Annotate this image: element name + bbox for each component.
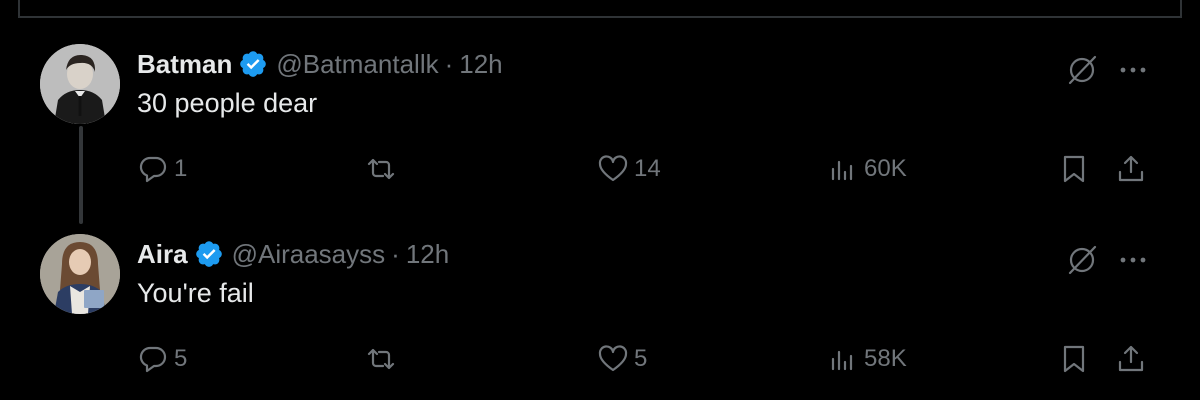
- reply-count: 5: [174, 345, 188, 372]
- avatar[interactable]: [40, 234, 120, 314]
- reply-button[interactable]: 5: [136, 338, 187, 380]
- like-count: 5: [634, 345, 648, 372]
- like-icon: [598, 345, 628, 372]
- verified-badge-icon: [240, 51, 267, 77]
- share-icon: [1118, 155, 1144, 182]
- previous-post-border: [18, 0, 1182, 18]
- tweet-text: 30 people dear: [137, 88, 318, 118]
- more-icon[interactable]: [1117, 248, 1149, 272]
- like-count: 14: [634, 155, 661, 182]
- bookmark-icon: [1063, 345, 1085, 373]
- like-icon: [598, 155, 628, 182]
- views-count: 60K: [864, 155, 907, 182]
- reply-count: 1: [174, 155, 188, 182]
- grok-icon[interactable]: [1062, 240, 1102, 280]
- reply-button[interactable]: 1: [136, 148, 187, 190]
- retweet-button[interactable]: [364, 338, 402, 380]
- tweet[interactable]: Aira @Airaasayss · 12h You're fail 5 5 5…: [0, 230, 1200, 400]
- share-button[interactable]: [1114, 148, 1148, 190]
- author-name[interactable]: Batman: [137, 49, 232, 80]
- tweet-actions: 1 14 60K: [0, 148, 1200, 190]
- separator-dot: ·: [444, 48, 454, 79]
- bookmark-button[interactable]: [1057, 148, 1091, 190]
- like-button[interactable]: 14: [596, 148, 661, 190]
- views-button[interactable]: 60K: [826, 148, 907, 190]
- author-handle[interactable]: @Airaasayss: [232, 239, 386, 270]
- timestamp[interactable]: 12h: [459, 49, 502, 80]
- retweet-button[interactable]: [364, 148, 402, 190]
- tweet-header: Batman @Batmantallk · 12h: [137, 48, 503, 80]
- bookmark-icon: [1063, 155, 1085, 183]
- bookmark-button[interactable]: [1057, 338, 1091, 380]
- author-name[interactable]: Aira: [137, 239, 188, 270]
- timestamp[interactable]: 12h: [406, 239, 449, 270]
- reply-icon: [139, 156, 167, 183]
- tweet-text: You're fail: [137, 278, 254, 308]
- reply-icon: [139, 346, 167, 373]
- views-button[interactable]: 58K: [826, 338, 907, 380]
- retweet-icon: [367, 158, 395, 180]
- author-handle[interactable]: @Batmantallk: [276, 49, 438, 80]
- avatar[interactable]: [40, 44, 120, 124]
- retweet-icon: [367, 348, 395, 370]
- separator-dot: ·: [391, 238, 400, 269]
- timeline: Batman @Batmantallk · 12h 30 people dear: [0, 0, 1200, 400]
- tweet-header: Aira @Airaasayss · 12h: [137, 238, 449, 270]
- share-button[interactable]: [1114, 338, 1148, 380]
- tweet-actions: 5 5 58K: [0, 338, 1200, 380]
- views-icon: [831, 350, 853, 371]
- verified-badge-icon: [195, 241, 222, 267]
- more-icon[interactable]: [1117, 58, 1149, 82]
- grok-icon[interactable]: [1062, 50, 1102, 90]
- tweet[interactable]: Batman @Batmantallk · 12h 30 people dear: [0, 40, 1200, 210]
- share-icon: [1118, 345, 1144, 372]
- like-button[interactable]: 5: [596, 338, 647, 380]
- views-count: 58K: [864, 345, 907, 372]
- views-icon: [831, 160, 853, 181]
